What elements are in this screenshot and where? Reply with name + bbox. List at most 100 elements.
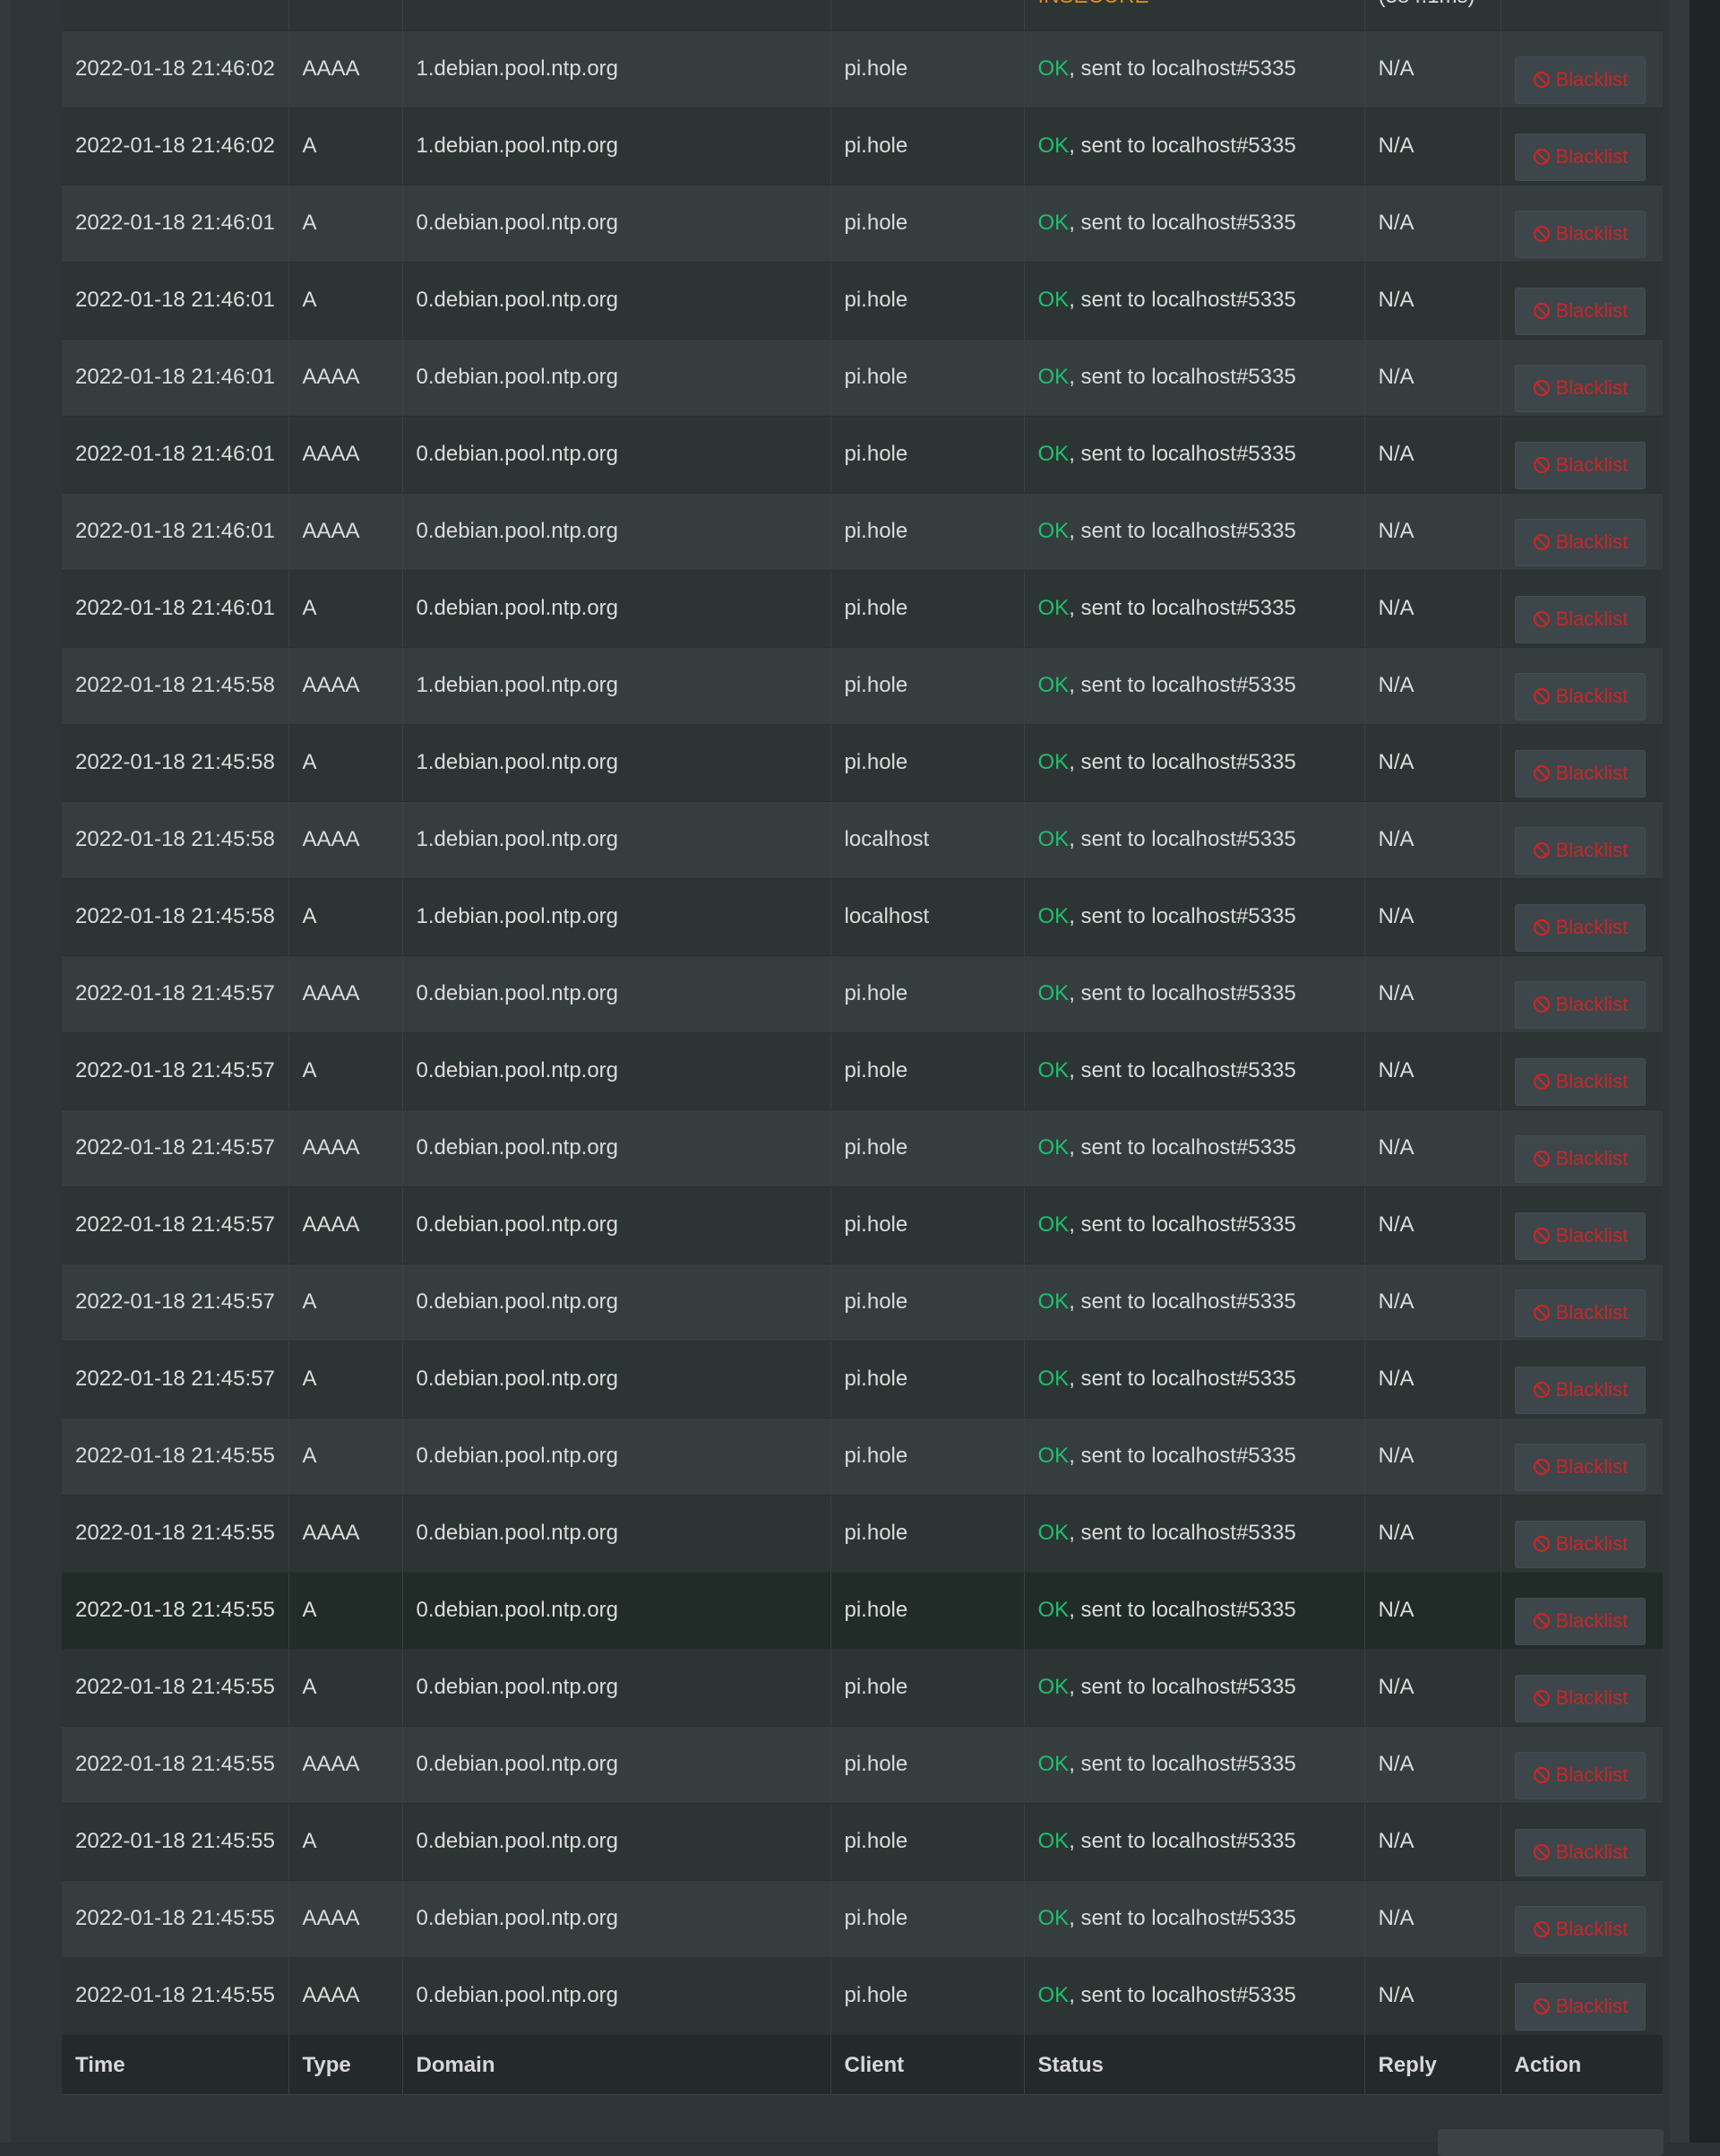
table-row[interactable]: 2022-01-18 21:46:01 A 0.debian.pool.ntp.or… xyxy=(62,185,1663,263)
blacklist-button[interactable]: Blacklist xyxy=(1514,1520,1647,1568)
time-cell: 2022-01-18 21:46:01 xyxy=(62,262,289,340)
ban-icon xyxy=(1533,1458,1551,1476)
blacklist-button[interactable]: Blacklist xyxy=(1514,672,1647,720)
type-cell: AAAA xyxy=(288,801,403,879)
table-row[interactable]: 2022-01-18 21:45:55 A 0.debian.pool.ntp.or… xyxy=(62,1803,1663,1881)
domain-cell: 0.debian.pool.ntp.org xyxy=(402,1109,831,1187)
reply-cell: N/A xyxy=(1364,416,1501,494)
column-header-time[interactable]: Time xyxy=(62,2034,289,2095)
blacklist-button[interactable]: Blacklist xyxy=(1514,980,1647,1029)
status-detail: , sent to localhost#5335 xyxy=(1069,1597,1296,1622)
pagination-button[interactable] xyxy=(1438,2129,1664,2156)
table-row[interactable]: 2022-01-18 21:45:55 AAAA 0.debian.pool.ntp… xyxy=(62,1726,1663,1804)
time-cell: 2022-01-18 21:45:55 xyxy=(62,1495,289,1573)
table-row[interactable]: 2022-01-18 21:45:55 A 0.debian.pool.ntp.or… xyxy=(62,1418,1663,1496)
action-cell: Blacklist xyxy=(1501,1957,1663,2035)
reply-cell: N/A xyxy=(1364,1341,1501,1419)
table-row[interactable]: 2022-01-18 21:45:55 A 0.debian.pool.ntp.or… xyxy=(62,1649,1663,1727)
blacklist-button[interactable]: Blacklist xyxy=(1514,1905,1647,1953)
table-row[interactable]: 2022-01-18 21:45:58 A 1.debian.pool.ntp.or… xyxy=(62,878,1663,956)
column-header-type[interactable]: Type xyxy=(288,2034,403,2095)
table-row[interactable]: 2022-01-18 21:46:02 AAAA 1.debian.pool.ntp… xyxy=(62,30,1663,108)
domain-cell: 1.debian.pool.ntp.org xyxy=(402,108,831,185)
column-header-status[interactable]: Status xyxy=(1024,2034,1365,2095)
status-detail: , sent to localhost#5335 xyxy=(1069,1828,1296,1853)
table-row[interactable]: 2022-01-18 21:45:57 A 0.debian.pool.ntp.or… xyxy=(62,1263,1663,1341)
blacklist-button[interactable]: Blacklist xyxy=(1514,518,1647,566)
time-cell: 2022-01-18 21:45:58 xyxy=(62,724,289,802)
reply-cell: N/A xyxy=(1364,647,1501,725)
table-row-partial[interactable]: INSECURE (384.1ms) xyxy=(62,0,1663,31)
left-gutter xyxy=(0,0,11,2143)
domain-cell: 0.debian.pool.ntp.org xyxy=(402,416,831,494)
table-row[interactable]: 2022-01-18 21:46:01 AAAA 0.debian.pool.ntp… xyxy=(62,493,1663,571)
blacklist-button[interactable]: Blacklist xyxy=(1514,1982,1647,2031)
table-row[interactable]: 2022-01-18 21:46:01 A 0.debian.pool.ntp.or… xyxy=(62,570,1663,648)
table-row[interactable]: 2022-01-18 21:45:55 AAAA 0.debian.pool.ntp… xyxy=(62,1495,1663,1573)
blacklist-button[interactable]: Blacklist xyxy=(1514,1443,1647,1491)
time-cell: 2022-01-18 21:46:01 xyxy=(62,339,289,417)
ban-icon xyxy=(1533,764,1551,782)
type-cell: AAAA xyxy=(288,1957,403,2035)
table-row[interactable]: 2022-01-18 21:45:55 AAAA 0.debian.pool.ntp… xyxy=(62,1880,1663,1958)
table-footer-header: Time Type Domain Client Status Reply Act… xyxy=(62,2034,1663,2095)
blacklist-button[interactable]: Blacklist xyxy=(1514,1597,1647,1645)
blacklist-button[interactable]: Blacklist xyxy=(1514,749,1647,798)
status-detail: , sent to localhost#5335 xyxy=(1069,518,1296,543)
blacklist-button[interactable]: Blacklist xyxy=(1514,56,1647,104)
status-detail: , sent to localhost#5335 xyxy=(1069,1674,1296,1699)
table-row[interactable]: 2022-01-18 21:46:02 A 1.debian.pool.ntp.or… xyxy=(62,108,1663,185)
table-row[interactable]: 2022-01-18 21:46:01 A 0.debian.pool.ntp.or… xyxy=(62,262,1663,340)
time-cell: 2022-01-18 21:45:55 xyxy=(62,1572,289,1650)
table-row[interactable]: 2022-01-18 21:45:58 AAAA 1.debian.pool.ntp… xyxy=(62,647,1663,725)
status-ok: OK xyxy=(1037,287,1070,312)
table-row[interactable]: 2022-01-18 21:45:57 A 0.debian.pool.ntp.or… xyxy=(62,1032,1663,1110)
blacklist-button[interactable]: Blacklist xyxy=(1514,1212,1647,1260)
table-row[interactable]: 2022-01-18 21:46:01 AAAA 0.debian.pool.ntp… xyxy=(62,339,1663,417)
column-header-domain[interactable]: Domain xyxy=(402,2034,831,2095)
action-cell: Blacklist xyxy=(1501,724,1663,802)
column-header-client[interactable]: Client xyxy=(830,2034,1025,2095)
domain-cell: 0.debian.pool.ntp.org xyxy=(402,1495,831,1573)
blacklist-button[interactable]: Blacklist xyxy=(1514,364,1647,412)
blacklist-label: Blacklist xyxy=(1555,1070,1629,1092)
blacklist-button[interactable]: Blacklist xyxy=(1514,1057,1647,1106)
blacklist-button[interactable]: Blacklist xyxy=(1514,1134,1647,1183)
blacklist-button[interactable]: Blacklist xyxy=(1514,1674,1647,1722)
ban-icon xyxy=(1533,996,1551,1013)
blacklist-label: Blacklist xyxy=(1555,1841,1629,1863)
domain-cell: 0.debian.pool.ntp.org xyxy=(402,493,831,571)
table-row[interactable]: 2022-01-18 21:45:58 AAAA 1.debian.pool.ntp… xyxy=(62,801,1663,879)
type-cell: A xyxy=(288,1418,403,1496)
blacklist-button[interactable]: Blacklist xyxy=(1514,133,1647,181)
ban-icon xyxy=(1533,1227,1551,1245)
blacklist-label: Blacklist xyxy=(1555,839,1629,861)
blacklist-button[interactable]: Blacklist xyxy=(1514,1828,1647,1876)
table-row[interactable]: 2022-01-18 21:46:01 AAAA 0.debian.pool.ntp… xyxy=(62,416,1663,494)
status-cell: OK, sent to localhost#5335 xyxy=(1024,416,1365,494)
time-cell: 2022-01-18 21:45:57 xyxy=(62,1109,289,1187)
table-row[interactable]: 2022-01-18 21:45:57 AAAA 0.debian.pool.ntp… xyxy=(62,1109,1663,1187)
status-cell: OK, sent to localhost#5335 xyxy=(1024,1726,1365,1804)
blacklist-button[interactable]: Blacklist xyxy=(1514,595,1647,643)
time-cell: 2022-01-18 21:45:58 xyxy=(62,878,289,956)
client-cell: pi.hole xyxy=(830,1032,1025,1110)
table-row[interactable]: 2022-01-18 21:45:55 AAAA 0.debian.pool.ntp… xyxy=(62,1957,1663,2035)
status-insecure: INSECURE xyxy=(1038,0,1149,8)
table-row[interactable]: 2022-01-18 21:45:57 AAAA 0.debian.pool.ntp… xyxy=(62,1186,1663,1264)
blacklist-button[interactable]: Blacklist xyxy=(1514,1366,1647,1414)
blacklist-button[interactable]: Blacklist xyxy=(1514,903,1647,952)
blacklist-button[interactable]: Blacklist xyxy=(1514,441,1647,489)
action-cell: Blacklist xyxy=(1501,1418,1663,1496)
table-row[interactable]: 2022-01-18 21:45:57 AAAA 0.debian.pool.ntp… xyxy=(62,955,1663,1033)
table-row[interactable]: 2022-01-18 21:45:55 A 0.debian.pool.ntp.or… xyxy=(62,1572,1663,1650)
blacklist-button[interactable]: Blacklist xyxy=(1514,826,1647,875)
reply-cell: N/A xyxy=(1364,801,1501,879)
blacklist-button[interactable]: Blacklist xyxy=(1514,1751,1647,1799)
blacklist-button[interactable]: Blacklist xyxy=(1514,210,1647,258)
table-row[interactable]: 2022-01-18 21:45:58 A 1.debian.pool.ntp.or… xyxy=(62,724,1663,802)
column-header-reply[interactable]: Reply xyxy=(1364,2034,1501,2095)
blacklist-button[interactable]: Blacklist xyxy=(1514,287,1647,335)
table-row[interactable]: 2022-01-18 21:45:57 A 0.debian.pool.ntp.or… xyxy=(62,1341,1663,1419)
blacklist-button[interactable]: Blacklist xyxy=(1514,1289,1647,1337)
